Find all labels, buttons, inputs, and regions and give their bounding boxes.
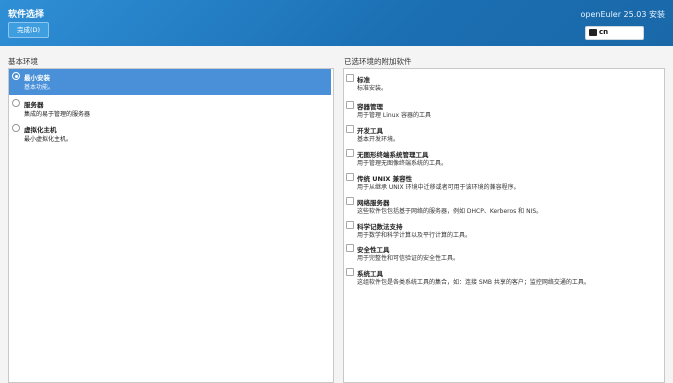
env-item-minimal[interactable]: 最小安装 基本功能。 [9,69,331,95]
addon-item[interactable]: 标准 标准安装。 [344,71,662,93]
keyboard-layout-indicator[interactable]: cn [585,26,644,40]
addon-item[interactable]: 科学记数法支持 用于数学和科学计算以及平行计算的工具。 [344,218,662,240]
checkbox[interactable] [346,268,354,276]
addon-item[interactable]: 开发工具 基本开发环境。 [344,122,662,144]
env-desc: 基本功能。 [24,84,55,91]
addon-desc: 这组软件包是各类系统工具的集合，如：连接 SMB 共享的客户；监控网络交通的工具… [357,279,590,286]
addon-desc: 用于管理 Linux 容器的工具 [357,112,431,119]
addon-item[interactable]: 安全性工具 用于完整性和可信验证的安全性工具。 [344,241,662,263]
checkbox[interactable] [346,173,354,181]
env-name: 最小安装 [24,74,50,82]
addon-desc: 标准安装。 [357,85,388,92]
addon-desc: 用于数学和科学计算以及平行计算的工具。 [357,232,472,239]
env-item-server[interactable]: 服务器 集成的易于管理的服务器 [9,96,331,122]
checkbox[interactable] [346,197,354,205]
addons-title: 已选环境的附加软件 [344,57,412,66]
radio-button[interactable] [12,72,20,80]
checkbox[interactable] [346,101,354,109]
env-name: 虚拟化主机 [24,126,57,134]
base-env-title: 基本环境 [8,57,38,66]
checkbox[interactable] [346,149,354,157]
checkbox[interactable] [346,125,354,133]
keyboard-icon [589,29,597,36]
addon-item[interactable]: 无图形终端系统管理工具 用于管理无图像终端系统的工具。 [344,146,662,168]
checkbox[interactable] [346,74,354,82]
addon-desc: 这些软件包包括基于网络的服务器，例如 DHCP、Kerberos 和 NIS。 [357,208,543,215]
env-desc: 最小虚拟化主机。 [24,136,73,143]
header-bar: 软件选择 完成(D) openEuler 25.03 安装 cn [0,0,673,46]
env-name: 服务器 [24,101,44,109]
checkbox[interactable] [346,221,354,229]
addon-desc: 基本开发环境。 [357,136,400,143]
base-env-list: 最小安装 基本功能。 服务器 集成的易于管理的服务器 虚拟化主机 最小虚拟化主机… [8,68,334,383]
done-button[interactable]: 完成(D) [8,22,49,38]
page-title: 软件选择 [8,10,45,20]
env-desc: 集成的易于管理的服务器 [24,111,91,118]
addon-item[interactable]: 传统 UNIX 兼容性 用于从继承 UNIX 环境中迁移或者可用于该环境的兼容程… [344,170,662,192]
checkbox[interactable] [346,244,354,252]
env-item-virtualization-host[interactable]: 虚拟化主机 最小虚拟化主机。 [9,121,331,147]
keyboard-layout-label: cn [599,28,609,36]
addon-item[interactable]: 容器管理 用于管理 Linux 容器的工具 [344,98,662,120]
addon-item[interactable]: 系统工具 这组软件包是各类系统工具的集合，如：连接 SMB 共享的客户；监控网络… [344,265,662,287]
addon-desc: 用于管理无图像终端系统的工具。 [357,160,448,167]
addon-desc: 用于从继承 UNIX 环境中迁移或者可用于该环境的兼容程序。 [357,184,520,191]
addon-desc: 用于完整性和可信验证的安全性工具。 [357,255,460,262]
product-title: openEuler 25.03 安装 [580,10,665,19]
addon-item[interactable]: 网络服务器 这些软件包包括基于网络的服务器，例如 DHCP、Kerberos 和… [344,194,662,216]
radio-button[interactable] [12,124,20,132]
addons-list: 标准 标准安装。 容器管理 用于管理 Linux 容器的工具 开发工具 基本开发… [343,68,665,383]
radio-button[interactable] [12,99,20,107]
